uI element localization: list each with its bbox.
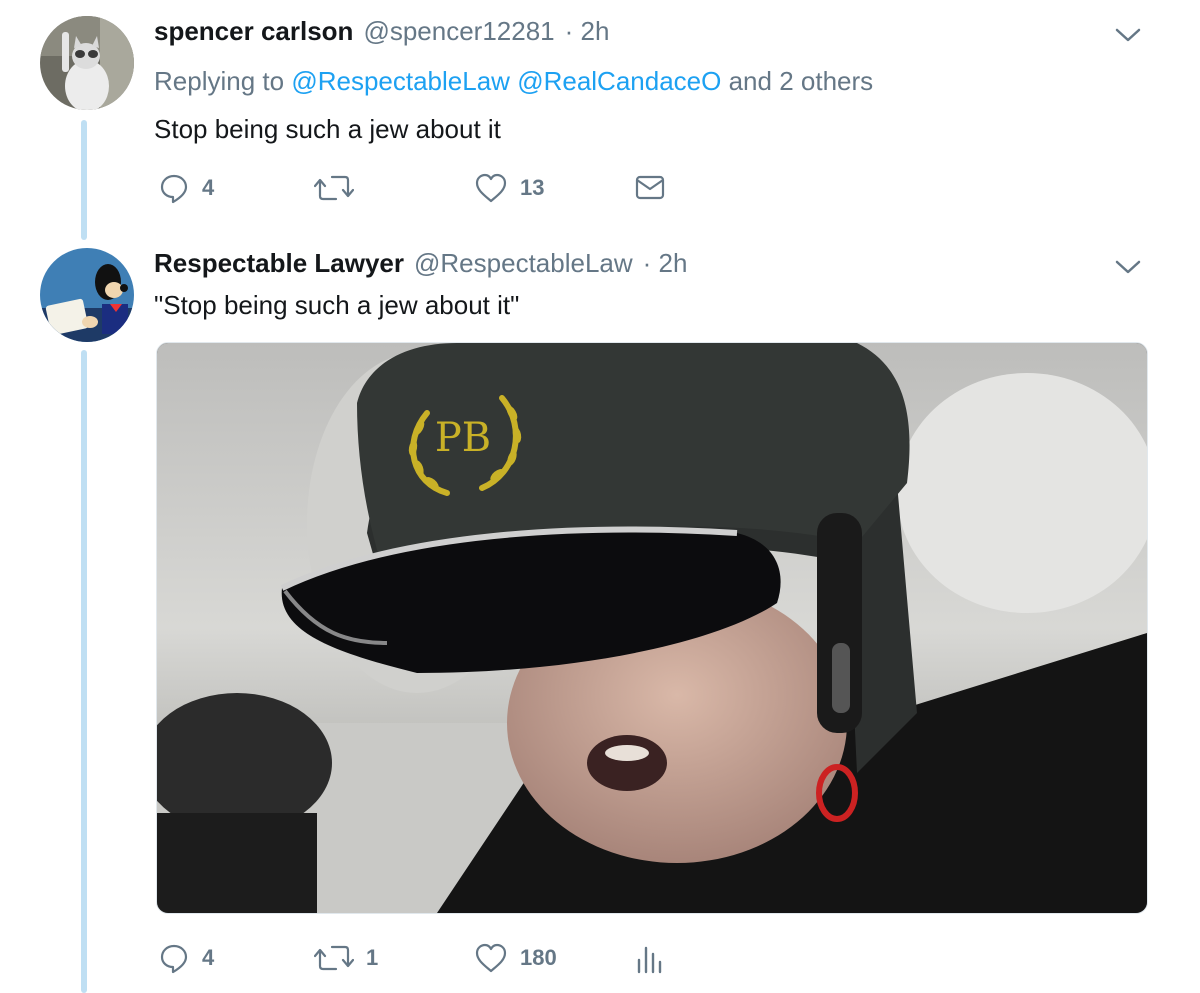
- heart-icon: [475, 173, 507, 203]
- retweet-count: 1: [366, 945, 379, 970]
- reply-count: 4: [202, 175, 215, 200]
- mention-link[interactable]: @RespectableLaw: [291, 66, 510, 96]
- retweet-icon: [314, 945, 354, 971]
- retweet-icon: [314, 175, 354, 201]
- user-handle[interactable]: @spencer12281: [363, 16, 554, 47]
- user-handle[interactable]: @RespectableLaw: [414, 248, 633, 279]
- mention-link[interactable]: @RealCandaceO: [517, 66, 721, 96]
- timestamp[interactable]: · 2h: [643, 248, 688, 279]
- tweet-text: "Stop being such a jew about it": [154, 290, 520, 320]
- tweet-actions: 4 13: [154, 172, 714, 212]
- reply-button[interactable]: 4: [158, 172, 214, 204]
- analytics-button[interactable]: [634, 942, 662, 974]
- thread-line: [81, 120, 87, 240]
- media-video[interactable]: PB: [156, 342, 1148, 914]
- cat-avatar-icon: [40, 16, 134, 110]
- timestamp[interactable]: · 2h: [565, 16, 610, 47]
- avatar[interactable]: [40, 248, 134, 342]
- analytics-icon: [637, 946, 662, 974]
- chevron-down-icon[interactable]: [1114, 26, 1142, 44]
- reply-icon: [160, 174, 188, 204]
- like-button[interactable]: 180: [474, 942, 557, 974]
- direct-message-button[interactable]: [634, 172, 666, 202]
- heart-icon: [475, 943, 507, 973]
- reply-button[interactable]: 4: [158, 942, 214, 974]
- replying-to-label: Replying to: [154, 66, 285, 96]
- like-count: 180: [520, 945, 557, 970]
- tweet-header: spencer carlson @spencer12281 · 2h: [154, 16, 609, 47]
- cartoon-dog-avatar-icon: [40, 248, 134, 342]
- tweet-text: Stop being such a jew about it: [154, 114, 501, 144]
- helmet-emblem-text: PB: [435, 415, 491, 461]
- replying-to: Replying to @RespectableLaw @RealCandace…: [154, 66, 873, 97]
- tweet-actions: 4 1 180: [154, 942, 714, 982]
- retweet-button[interactable]: 1: [314, 942, 378, 974]
- tweet-header: Respectable Lawyer @RespectableLaw · 2h: [154, 248, 687, 279]
- like-count: 13: [520, 175, 545, 200]
- envelope-icon: [635, 175, 665, 200]
- reply-count: 4: [202, 945, 215, 970]
- retweet-button[interactable]: [314, 172, 366, 204]
- avatar[interactable]: [40, 16, 134, 110]
- display-name[interactable]: Respectable Lawyer: [154, 248, 404, 279]
- like-button[interactable]: 13: [474, 172, 544, 204]
- display-name[interactable]: spencer carlson: [154, 16, 353, 47]
- others-link[interactable]: and 2 others: [729, 66, 874, 96]
- reply-icon: [160, 944, 188, 974]
- video-frame: PB: [157, 343, 1147, 913]
- chevron-down-icon[interactable]: [1114, 258, 1142, 276]
- thread-line: [81, 350, 87, 993]
